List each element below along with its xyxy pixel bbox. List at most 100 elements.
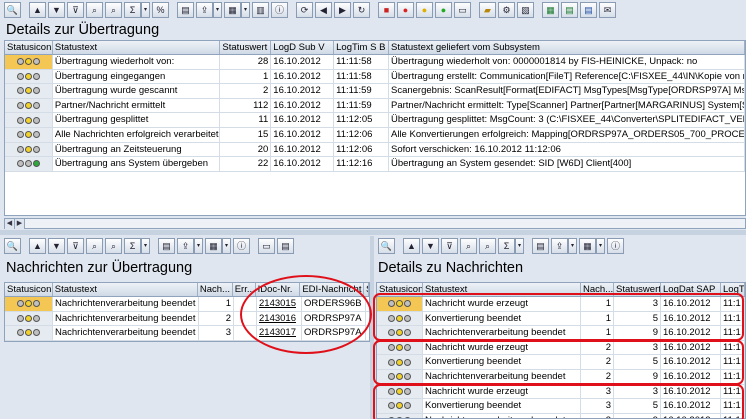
table-row[interactable]: Alle Nachrichten erfolgreich verarbeitet… <box>5 127 746 143</box>
export-icon[interactable]: ⇪ <box>196 2 213 18</box>
sort-desc-icon[interactable]: ▼ <box>48 2 65 18</box>
subsystem-text-cell: Alle Konvertierungen erfolgreich: Mappin… <box>391 127 746 142</box>
find-icon[interactable]: ⌕ <box>86 2 103 18</box>
green-light-icon[interactable]: ● <box>435 2 452 18</box>
layout-icon[interactable]: ▦ <box>224 2 241 18</box>
excel-export-icon[interactable]: ▤ <box>561 2 578 18</box>
column-header[interactable]: Statusicon <box>5 41 53 54</box>
right-toolbar: 🔍 ▲ ▼ ⊽ ⌕ ⌕ Σ ▾ ▤ ⇪ ▾ ▦ ▾ ⓘ <box>374 236 746 256</box>
sort-asc-icon[interactable]: ▲ <box>29 238 46 254</box>
send-icon[interactable]: ✉ <box>599 2 616 18</box>
red-light-icon[interactable]: ● <box>397 2 414 18</box>
word-icon[interactable]: ▤ <box>580 2 597 18</box>
filter-icon[interactable]: ⊽ <box>67 2 84 18</box>
column-header[interactable]: Statusicon <box>5 283 53 296</box>
details-icon[interactable]: 🔍 <box>4 238 21 254</box>
column-header[interactable]: S <box>364 283 369 296</box>
sort-asc-icon[interactable]: ▲ <box>403 238 420 254</box>
layout-icon[interactable]: ▦ <box>579 238 596 254</box>
export-dropdown-icon[interactable]: ▾ <box>194 238 203 254</box>
find-icon[interactable]: ⌕ <box>460 238 477 254</box>
stop-icon[interactable]: ■ <box>378 2 395 18</box>
sort-desc-icon[interactable]: ▼ <box>422 238 439 254</box>
details-icon[interactable]: 🔍 <box>378 238 395 254</box>
sum-dropdown-icon[interactable]: ▾ <box>141 238 150 254</box>
status-icon-cell[interactable] <box>5 113 53 127</box>
forward-icon[interactable]: ▶ <box>334 2 351 18</box>
status-icon-cell[interactable] <box>5 297 53 311</box>
layout-dropdown-icon[interactable]: ▾ <box>596 238 605 254</box>
status-icon-cell[interactable] <box>5 98 53 113</box>
column-header[interactable]: Statustext <box>53 41 221 54</box>
scroll-right-icon[interactable]: ▶ <box>15 218 25 229</box>
info-icon[interactable]: ⓘ <box>607 238 624 254</box>
column-header[interactable]: Statustext <box>53 283 198 296</box>
info-icon[interactable]: ⓘ <box>271 2 288 18</box>
display-icon[interactable]: ▤ <box>277 238 294 254</box>
find-icon[interactable]: ⌕ <box>86 238 103 254</box>
sort-desc-icon[interactable]: ▼ <box>48 238 65 254</box>
table-row[interactable]: Übertragung wurde gescannt 2 16.10.2012 11:… <box>5 84 745 99</box>
filter-icon[interactable]: ⊽ <box>67 238 84 254</box>
export-icon[interactable]: ⇪ <box>177 238 194 254</box>
export-dropdown-icon[interactable]: ▾ <box>213 2 222 18</box>
column-header[interactable]: Statuswert <box>220 41 272 54</box>
traffic-light-yellow-icon <box>16 102 40 110</box>
print-icon[interactable]: ▤ <box>532 238 549 254</box>
yellow-light-icon[interactable]: ● <box>416 2 433 18</box>
table-row[interactable]: Partner/Nachricht ermittelt 112 16.10.2012… <box>5 98 745 114</box>
status-text-cell: Partner/Nachricht ermittelt <box>53 98 221 113</box>
filter-icon[interactable]: ⊽ <box>441 238 458 254</box>
find-next-icon[interactable]: ⌕ <box>479 238 496 254</box>
document-icon[interactable]: ▭ <box>258 238 275 254</box>
layout-icon[interactable]: ▦ <box>205 238 222 254</box>
column-header[interactable]: Nach... <box>198 283 233 296</box>
status-icon-cell[interactable] <box>5 157 53 171</box>
details-icon[interactable]: 🔍 <box>4 2 21 18</box>
print-icon[interactable]: ▤ <box>177 2 194 18</box>
sort-asc-icon[interactable]: ▲ <box>29 2 46 18</box>
export-icon[interactable]: ⇪ <box>551 238 568 254</box>
status-value-cell: 112 <box>220 98 272 113</box>
sum-dropdown-icon[interactable]: ▾ <box>141 2 150 18</box>
top-horizontal-scrollbar[interactable]: ◀ ▶ <box>4 218 746 229</box>
graphic-icon[interactable]: ▧ <box>517 2 534 18</box>
find-next-icon[interactable]: ⌕ <box>105 238 122 254</box>
sum-dropdown-icon[interactable]: ▾ <box>515 238 524 254</box>
table-row[interactable]: Übertragung wiederholt von: 28 16.10.2012 1… <box>5 55 745 70</box>
status-icon-cell[interactable] <box>5 84 53 98</box>
table-row[interactable]: Übertragung eingegangen 1 16.10.2012 11:11:… <box>5 69 745 85</box>
repeat-icon[interactable]: ↻ <box>353 2 370 18</box>
table-row[interactable]: Übertragung ans System übergeben 22 16.10.… <box>5 157 745 172</box>
subtotal-icon[interactable]: % <box>152 2 169 18</box>
status-icon-cell[interactable] <box>5 311 53 326</box>
status-icon-cell[interactable] <box>5 326 53 340</box>
column-header[interactable]: LogD Sub V <box>271 41 335 54</box>
column-header[interactable]: LogTim S B <box>334 41 389 54</box>
sum-icon[interactable]: Σ <box>124 2 141 18</box>
table-row[interactable]: Übertragung gesplittet 11 16.10.2012 11:12:… <box>5 113 745 128</box>
status-icon-cell[interactable] <box>5 55 53 69</box>
layout-dropdown-icon[interactable]: ▾ <box>241 2 250 18</box>
folder-icon[interactable]: ▰ <box>479 2 496 18</box>
table-row[interactable]: Übertragung an Zeitsteuerung 20 16.10.2012… <box>5 142 745 158</box>
display-icon[interactable]: ▭ <box>454 2 471 18</box>
find-next-icon[interactable]: ⌕ <box>105 2 122 18</box>
settings-icon[interactable]: ⚙ <box>498 2 515 18</box>
horizontal-splitter[interactable] <box>0 230 746 235</box>
scroll-left-icon[interactable]: ◀ <box>5 218 15 229</box>
back-icon[interactable]: ◀ <box>315 2 332 18</box>
sum-icon[interactable]: Σ <box>498 238 515 254</box>
column-header[interactable]: Statustext geliefert vom Subsystem <box>389 41 745 54</box>
export-dropdown-icon[interactable]: ▾ <box>568 238 577 254</box>
layout-choose-icon[interactable]: ▥ <box>252 2 269 18</box>
refresh-icon[interactable]: ⟳ <box>296 2 313 18</box>
info-icon[interactable]: ⓘ <box>233 238 250 254</box>
print-icon[interactable]: ▤ <box>158 238 175 254</box>
status-icon-cell[interactable] <box>5 69 53 84</box>
status-icon-cell[interactable] <box>5 142 53 157</box>
layout-dropdown-icon[interactable]: ▾ <box>222 238 231 254</box>
excel-icon[interactable]: ▦ <box>542 2 559 18</box>
status-icon-cell[interactable] <box>5 127 53 142</box>
sum-icon[interactable]: Σ <box>124 238 141 254</box>
